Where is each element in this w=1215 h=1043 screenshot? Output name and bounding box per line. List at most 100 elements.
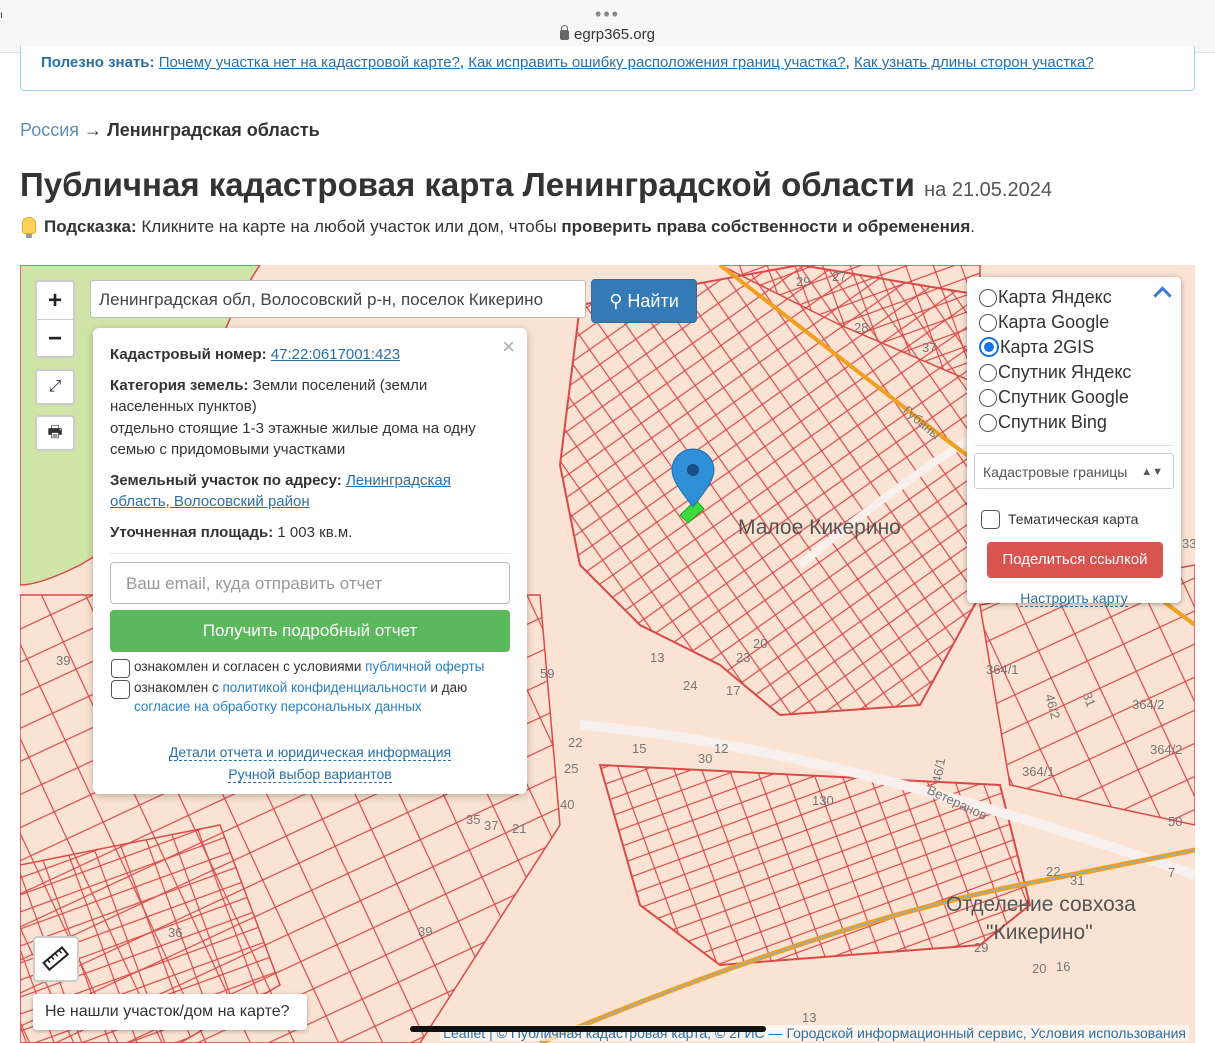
ruler-button[interactable] [33, 936, 79, 982]
parcel-number: 13 [650, 650, 665, 665]
address-link[interactable]: Ленинградская [346, 472, 451, 489]
printer-icon: 🖶 [47, 424, 63, 441]
layer-label: Спутник Яндекс [998, 362, 1132, 382]
usage-line-2: семью с придомовыми участками [110, 441, 346, 458]
parcel-number: 27 [832, 269, 847, 284]
parcel-number: 25 [564, 761, 579, 776]
print-button[interactable]: 🖶 [35, 415, 75, 451]
close-icon[interactable]: × [502, 334, 515, 360]
zoom-in-button[interactable]: + [37, 282, 73, 320]
offer-checkbox[interactable] [111, 659, 130, 678]
layer-option-2gis-map[interactable]: Карта 2GIS [979, 337, 1094, 357]
parcel-number: 12 [714, 741, 729, 756]
chevron-up-icon[interactable] [1153, 286, 1172, 305]
parcel-number: 30 [698, 751, 713, 766]
privacy-checkbox[interactable] [111, 680, 130, 699]
search-icon: ⚲ [609, 291, 623, 311]
hint-text: Кликните на карте на любой участок или д… [141, 217, 557, 236]
cadastral-number-link[interactable]: 47:22:0617001:423 [271, 346, 400, 363]
usage-line-1: отдельно стоящие 1-3 этажные жилые дома … [110, 420, 476, 437]
parcel-number: 29 [974, 940, 989, 955]
parcel-number: 13 [802, 1010, 817, 1025]
parcel-number: 28 [854, 320, 869, 335]
parcel-number: 33 [1182, 536, 1195, 551]
privacy-link[interactable]: политикой конфиденциальности [222, 680, 426, 695]
parcel-number: 364/2 [1132, 697, 1165, 712]
place-label: Малое Кикерино [738, 516, 901, 539]
setup-map-link[interactable]: Настроить карту [967, 590, 1181, 607]
parcel-number: 37 [922, 340, 937, 355]
layer-option-google-map[interactable]: Карта Google [979, 312, 1109, 332]
home-indicator [410, 1026, 766, 1032]
expand-icon: ⤢ [48, 378, 62, 395]
layer-label: Карта Яндекс [998, 287, 1112, 307]
thematic-checkbox[interactable] [981, 510, 1000, 529]
place-label: Отделение совхоза [946, 893, 1136, 916]
share-link-button[interactable]: Поделиться ссылкой [987, 542, 1163, 578]
breadcrumb-arrow: → [84, 120, 103, 140]
layer-option-yandex-map[interactable]: Карта Яндекс [979, 287, 1112, 307]
layer-option-yandex-satellite[interactable]: Спутник Яндекс [979, 362, 1131, 382]
parcel-number: 17 [726, 683, 741, 698]
manual-select-link[interactable]: Ручной выбор вариантов [93, 766, 527, 783]
parcel-number: 21 [512, 821, 527, 836]
radio-selected-icon [979, 337, 999, 357]
breadcrumb-root[interactable]: Россия [20, 120, 79, 140]
cadastral-label: Кадастровый номер: [110, 346, 267, 363]
layers-panel: Карта Яндекс Карта Google Карта 2GIS Спу… [967, 277, 1181, 607]
url-text: egrp365.org [574, 26, 655, 43]
parcel-number: 364/1 [1022, 764, 1055, 779]
privacy-agree-text: ознакомлен с политикой конфиденциальност… [134, 678, 467, 716]
find-button[interactable]: ⚲ Найти [591, 279, 697, 323]
layer-label: Спутник Bing [998, 412, 1107, 432]
zoom-out-button[interactable]: − [37, 320, 73, 357]
offer-link[interactable]: публичной оферты [365, 659, 484, 674]
page-date: на 21.05.2024 [924, 179, 1052, 201]
page-title: Публичная кадастровая карта Ленинградско… [20, 166, 1052, 204]
parcel-number: 15 [632, 741, 647, 756]
parcel-number: 364/1 [986, 662, 1019, 677]
breadcrumb-current: Ленинградская область [107, 120, 320, 140]
overlay-select-value: Кадастровые границы [983, 464, 1128, 480]
thematic-map-option[interactable]: Тематическая карта [981, 510, 1138, 529]
overlay-select[interactable]: Кадастровые границы ▲▼ [974, 453, 1174, 489]
hint-label: Подсказка: [44, 217, 137, 236]
divider [975, 445, 1173, 446]
manual-select-label: Ручной выбор вариантов [228, 766, 392, 783]
radio-icon [979, 389, 997, 407]
more-dots-icon[interactable]: ••• [0, 5, 1215, 23]
useful-links-box: Полезно знать: Почему участка нет на кад… [20, 46, 1195, 91]
privacy-agree-label-2: и даю [430, 680, 468, 695]
cadastral-map[interactable]: Малое Кикерино Отделение совхоза "Кикери… [20, 265, 1195, 1043]
parcel-number: 20 [1032, 961, 1047, 976]
not-found-button[interactable]: Не нашли участок/дом на карте? [33, 994, 307, 1030]
page-title-text: Публичная кадастровая карта Ленинградско… [20, 166, 915, 203]
parcel-number: 16 [1056, 959, 1071, 974]
parcel-number: 20 [753, 636, 768, 651]
address-search-input[interactable]: Ленинградская обл, Волосовский р-н, посе… [90, 280, 586, 318]
get-report-button[interactable]: Получить подробный отчет [110, 610, 510, 652]
fullscreen-button[interactable]: ⤢ [35, 369, 75, 405]
parcel-number: 23 [736, 650, 751, 665]
category-label: Категория земель: [110, 377, 249, 394]
consent-link[interactable]: согласие на обработку персональных данны… [134, 699, 422, 714]
address-link-2[interactable]: область, Волосовский район [110, 493, 310, 510]
useful-link-missing[interactable]: Почему участка нет на кадастровой карте? [159, 54, 460, 71]
address-bar[interactable]: egrp365.org [0, 25, 1215, 43]
useful-link-fix-error[interactable]: Как исправить ошибку расположения границ… [468, 54, 845, 71]
email-field[interactable]: Ваш email, куда отправить отчет [110, 562, 510, 604]
report-details-link[interactable]: Детали отчета и юридическая информация [93, 744, 527, 761]
divider [110, 553, 510, 554]
offer-agree-text: ознакомлен и согласен с условиями публич… [134, 657, 484, 676]
layer-label: Карта Google [998, 312, 1110, 332]
layer-option-google-satellite[interactable]: Спутник Google [979, 387, 1129, 407]
parcel-number: 22 [568, 735, 583, 750]
zoom-control: + − [35, 280, 75, 358]
useful-link-side-lengths[interactable]: Как узнать длины сторон участка? [854, 54, 1094, 71]
layer-option-bing-satellite[interactable]: Спутник Bing [979, 412, 1107, 432]
parcel-number: 130 [812, 793, 834, 808]
parcel-number: 31 [1070, 873, 1085, 888]
lock-icon [560, 25, 570, 40]
ruler-icon [42, 946, 70, 972]
radio-icon [979, 314, 997, 332]
